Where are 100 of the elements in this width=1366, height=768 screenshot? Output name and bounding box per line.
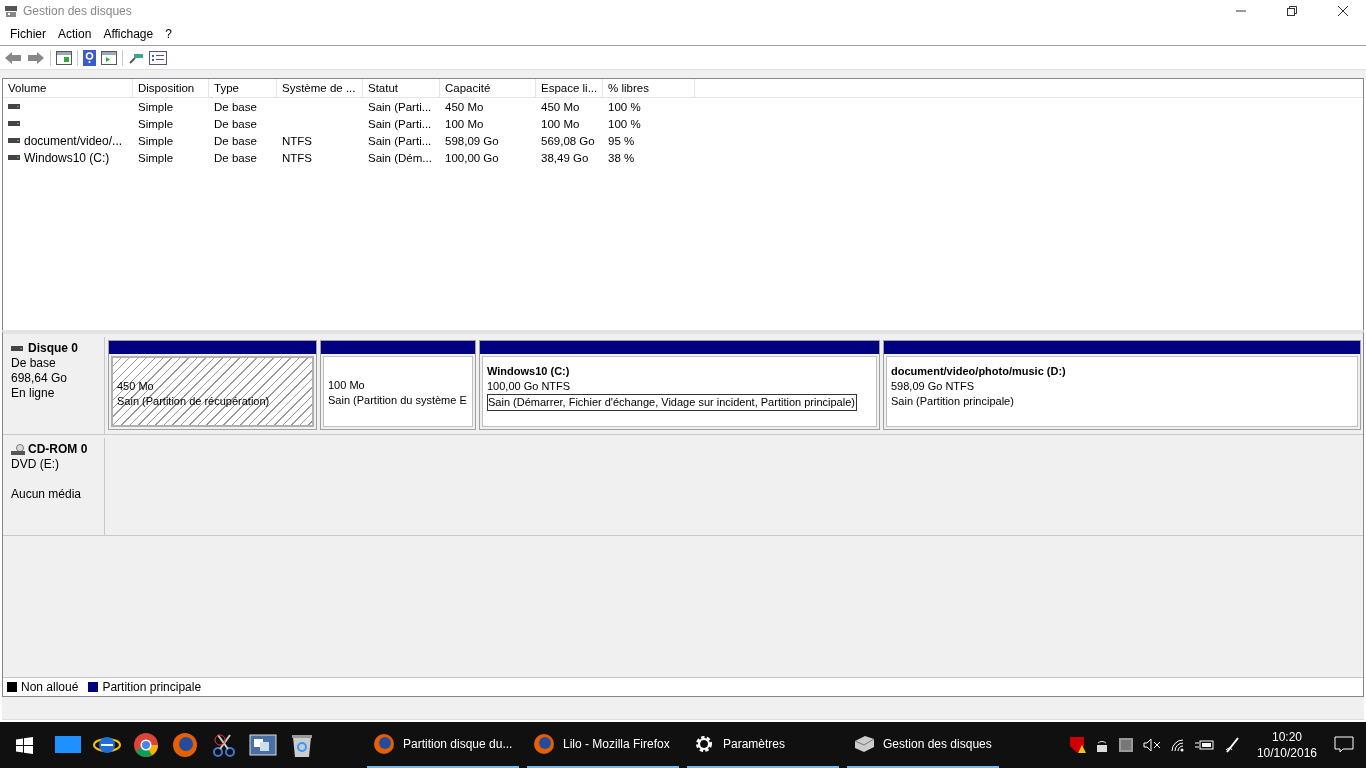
column-header[interactable]: Système de ...: [277, 79, 363, 97]
clock-date: 10/10/2016: [1256, 745, 1317, 761]
drive-icon: [8, 120, 20, 127]
table-cell: document/video/...: [24, 133, 123, 148]
disk-info: Aucun média: [11, 487, 83, 502]
windows-logo-icon[interactable]: [15, 736, 33, 754]
shield-warning-icon[interactable]: [1067, 736, 1086, 754]
partition-status: Sain (Partition principale): [891, 394, 1015, 409]
table-cell-text: 450 Mo: [540, 100, 581, 113]
table-cell-text: NTFS: [281, 134, 314, 147]
partition-size: 100 Mo: [328, 378, 366, 393]
partition-status: Sain (Démarrer, Fichier d'échange, Vidage sur incident, Partition principale): [487, 394, 857, 411]
column-header[interactable]: Type: [209, 79, 277, 97]
partition-size: 598,09 Go NTFS: [891, 379, 976, 394]
menu-item[interactable]: ?: [159, 26, 178, 41]
legend-label: Non alloué: [21, 680, 79, 694]
table-cell-text: 100 %: [607, 100, 642, 113]
window-title: Gestion des disques: [23, 4, 132, 18]
column-header[interactable]: % libres: [603, 79, 695, 97]
table-cell-text: 100 Mo: [540, 117, 581, 130]
back-arrow-icon[interactable]: [4, 50, 22, 65]
table-cell-text: 100,00 Go: [444, 151, 500, 164]
partition-title: document/video/photo/music (D:): [891, 364, 1067, 379]
firefox-icon[interactable]: [170, 732, 199, 758]
column-header[interactable]: Capacité: [440, 79, 536, 97]
gear-icon: [693, 733, 715, 755]
battery-plug-icon[interactable]: [1194, 738, 1215, 752]
table-cell-text: Simple: [137, 117, 175, 130]
table-cell-text: Simple: [137, 151, 175, 164]
partition-size: 100,00 Go NTFS: [487, 379, 572, 394]
table-cell-text: 38,49 Go: [540, 151, 590, 164]
partition-size: 450 Mo: [117, 379, 155, 394]
disk-drive-icon: [853, 733, 875, 755]
close-icon: [1338, 6, 1348, 16]
table-cell-text: NTFS: [281, 151, 314, 164]
partition-block[interactable]: 450 Mo Sain (Partition de récupération): [108, 340, 317, 430]
speaker-muted-icon[interactable]: [1142, 738, 1161, 752]
column-header[interactable]: Volume: [3, 79, 133, 97]
drive-icon: [8, 137, 20, 144]
table-cell-text: De base: [213, 117, 258, 130]
list-view-icon[interactable]: [149, 50, 167, 65]
legend-label: Partition principale: [102, 680, 202, 694]
taskbar-button[interactable]: Partition disque du...: [367, 722, 519, 768]
table-cell-text: 100 %: [607, 117, 642, 130]
partition-block[interactable]: 100 Mo Sain (Partition du système E: [320, 340, 476, 430]
menu-item[interactable]: Action: [52, 26, 98, 41]
cd-drive-icon: [11, 443, 25, 456]
disk-name: Disque 0: [28, 341, 78, 356]
table-cell-text: De base: [213, 100, 258, 113]
table-cell: Windows10 (C:): [24, 150, 110, 165]
drive-icon: [8, 103, 20, 110]
disk-info: En ligne: [11, 386, 56, 401]
table-cell-text: Simple: [137, 134, 175, 147]
table-cell-text: 38 %: [607, 151, 636, 164]
taskbar-label: Paramètres: [723, 737, 786, 751]
column-header[interactable]: Statut: [363, 79, 440, 97]
chrome-icon[interactable]: [131, 732, 160, 758]
notification-icon[interactable]: [1334, 736, 1354, 754]
table-cell-text: De base: [213, 151, 258, 164]
table-cell-text: 95 %: [607, 134, 636, 147]
taskbar-button[interactable]: Lilo - Mozilla Firefox: [527, 722, 679, 768]
taskbar-label: Lilo - Mozilla Firefox: [563, 737, 670, 751]
clock[interactable]: 10:20 10/10/2016: [1256, 729, 1317, 761]
drive-icon: [8, 154, 20, 161]
partition-status: Sain (Partition de récupération): [117, 394, 271, 409]
partition-title: Windows10 (C:): [487, 364, 571, 379]
partition-block[interactable]: Windows10 (C:) 100,00 Go NTFS Sain (Démarrer, Fichier d'échange, Vidage sur incident, Partition principale): [479, 340, 880, 430]
taskbar-button[interactable]: Paramètres: [687, 722, 839, 768]
restore-icon: [1287, 6, 1297, 16]
menu-item[interactable]: Affichage: [97, 26, 160, 41]
firefox-icon: [533, 733, 555, 755]
disk-name: CD-ROM 0: [28, 442, 88, 457]
console-tree-icon[interactable]: [56, 50, 72, 65]
forward-arrow-icon[interactable]: [27, 50, 45, 65]
table-cell-text: 100 Mo: [444, 117, 485, 130]
table-cell-text: Simple: [137, 100, 175, 113]
table-cell-text: Sain (Parti...: [367, 134, 433, 147]
windows-stack-icon[interactable]: [248, 732, 277, 758]
properties-pane-icon[interactable]: [101, 50, 117, 65]
table-cell-text: Sain (Parti...: [367, 100, 433, 113]
taskbar-button[interactable]: Gestion des disques: [847, 722, 999, 768]
table-cell-text: Sain (Dém...: [367, 151, 433, 164]
table-cell-text: 569,08 Go: [540, 134, 596, 147]
partition-block[interactable]: document/video/photo/music (D:) 598,09 Go NTFS Sain (Partition principale): [883, 340, 1361, 430]
taskbar-label: Partition disque du...: [403, 737, 513, 751]
firefox-icon: [373, 733, 395, 755]
column-header[interactable]: Disposition: [133, 79, 209, 97]
wifi-icon[interactable]: [1169, 738, 1186, 752]
pen-icon[interactable]: [1223, 736, 1240, 754]
partition-status: Sain (Partition du système E: [328, 393, 468, 408]
column-header[interactable]: Espace li...: [536, 79, 603, 97]
taskbar-label: Gestion des disques: [883, 737, 992, 751]
box-icon[interactable]: [1117, 737, 1134, 753]
drive-icon: [11, 344, 25, 353]
table-cell-text: 450 Mo: [444, 100, 485, 113]
menu-item[interactable]: Fichier: [4, 26, 52, 41]
disk-info: DVD (E:): [11, 457, 60, 472]
disk-info: 698,64 Go: [11, 371, 69, 386]
clock-time: 10:20: [1271, 729, 1302, 745]
table-cell-text: De base: [213, 134, 258, 147]
